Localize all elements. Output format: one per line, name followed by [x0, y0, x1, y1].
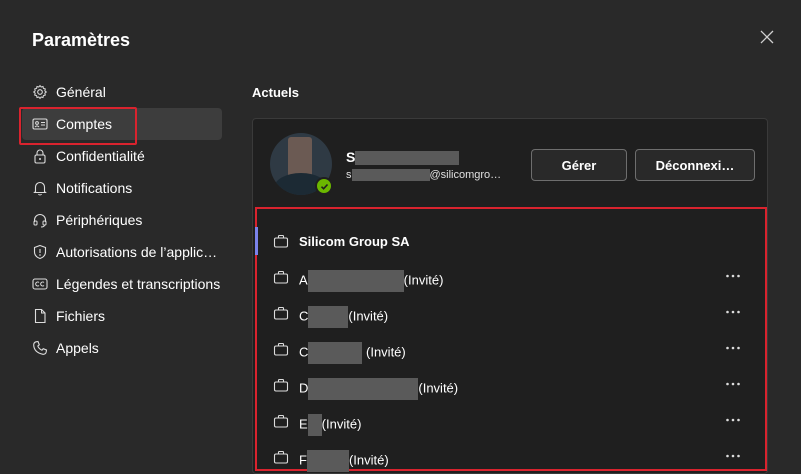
tenant-item[interactable]: E (Invité)	[257, 403, 765, 439]
nav-item-files[interactable]: Fichiers	[22, 300, 222, 332]
redacted-text	[308, 378, 419, 400]
nav-label: Fichiers	[56, 308, 106, 324]
nav-item-devices[interactable]: Périphériques	[22, 204, 222, 236]
close-icon[interactable]	[760, 30, 776, 46]
lock-icon	[32, 148, 48, 164]
more-options-icon[interactable]	[723, 339, 743, 357]
briefcase-icon	[273, 449, 289, 465]
nav-label: Périphériques	[56, 212, 143, 228]
cc-icon	[32, 276, 48, 292]
tenant-name: C (Invité)	[299, 342, 406, 364]
more-options-icon[interactable]	[723, 375, 743, 393]
briefcase-icon	[273, 413, 289, 429]
briefcase-icon	[273, 269, 289, 285]
shield-icon	[32, 244, 48, 260]
section-title: Actuels	[252, 85, 299, 100]
settings-title: Paramètres	[32, 30, 131, 50]
tenant-name: F (Invité)	[299, 450, 389, 472]
id-card-icon	[32, 116, 48, 132]
tenant-item[interactable]: F (Invité)	[257, 439, 765, 474]
briefcase-icon	[273, 305, 289, 321]
tenant-item[interactable]: C (Invité)	[257, 331, 765, 367]
redacted-text	[306, 450, 349, 472]
profile-name: S	[346, 149, 460, 166]
profile-email: s @silicomgro…	[346, 169, 502, 182]
bell-icon	[32, 180, 48, 196]
briefcase-icon	[273, 377, 289, 393]
nav-label: Appels	[56, 340, 99, 356]
nav-label: Général	[56, 84, 106, 100]
nav-item-privacy[interactable]: Confidentialité	[22, 140, 222, 172]
nav-item-general[interactable]: Général	[22, 76, 222, 108]
redacted-text	[307, 270, 404, 292]
more-options-icon[interactable]	[723, 303, 743, 321]
tenant-name: D (Invité)	[299, 378, 458, 400]
tenant-name: A (Invité)	[299, 270, 443, 292]
redacted-text	[308, 306, 349, 328]
briefcase-icon	[273, 341, 289, 357]
manage-button[interactable]: Gérer	[531, 149, 627, 181]
tenant-name: Silicom Group SA	[299, 234, 410, 249]
nav-label: Autorisations de l’applic…	[56, 244, 218, 260]
nav-label: Comptes	[56, 116, 113, 132]
file-icon	[32, 308, 48, 324]
nav-item-accounts[interactable]: Comptes	[19, 107, 222, 145]
nav-label: Notifications	[56, 180, 133, 196]
briefcase-icon	[273, 233, 289, 249]
tenant-name: E (Invité)	[299, 414, 361, 436]
accounts-card: S s @silicomgro… Gérer Déconnexi… Silicom…	[252, 118, 768, 474]
nav-label: Légendes et transcriptions	[56, 276, 221, 292]
redacted-text	[307, 414, 322, 436]
more-options-icon[interactable]	[723, 447, 743, 465]
settings-nav: Général Comptes Confidentialité Notifica…	[19, 76, 222, 364]
phone-icon	[32, 340, 48, 356]
nav-item-notifications[interactable]: Notifications	[22, 172, 222, 204]
logout-button[interactable]: Déconnexi…	[635, 149, 755, 181]
nav-item-permissions[interactable]: Autorisations de l’applic…	[22, 236, 222, 268]
nav-item-captions[interactable]: Légendes et transcriptions	[22, 268, 222, 300]
gear-icon	[32, 84, 48, 100]
tenant-item[interactable]: C (Invité)	[257, 295, 765, 331]
tenant-name: C (Invité)	[299, 306, 388, 328]
tenant-item[interactable]: D (Invité)	[257, 367, 765, 403]
nav-label: Confidentialité	[56, 148, 145, 164]
profile-row: S s @silicomgro… Gérer Déconnexi…	[253, 119, 767, 205]
redacted-text	[351, 169, 430, 182]
redacted-text	[355, 151, 460, 166]
tenant-item[interactable]: A (Invité)	[257, 259, 765, 295]
presence-available-icon	[315, 177, 333, 195]
more-options-icon[interactable]	[723, 411, 743, 429]
headset-icon	[32, 212, 48, 228]
redacted-text	[308, 342, 363, 364]
tenant-list: Silicom Group SA A (Invité) C (Invité) C…	[255, 207, 767, 474]
nav-item-calls[interactable]: Appels	[22, 332, 222, 364]
more-options-icon[interactable]	[723, 267, 743, 285]
tenant-item[interactable]: Silicom Group SA	[255, 223, 765, 259]
